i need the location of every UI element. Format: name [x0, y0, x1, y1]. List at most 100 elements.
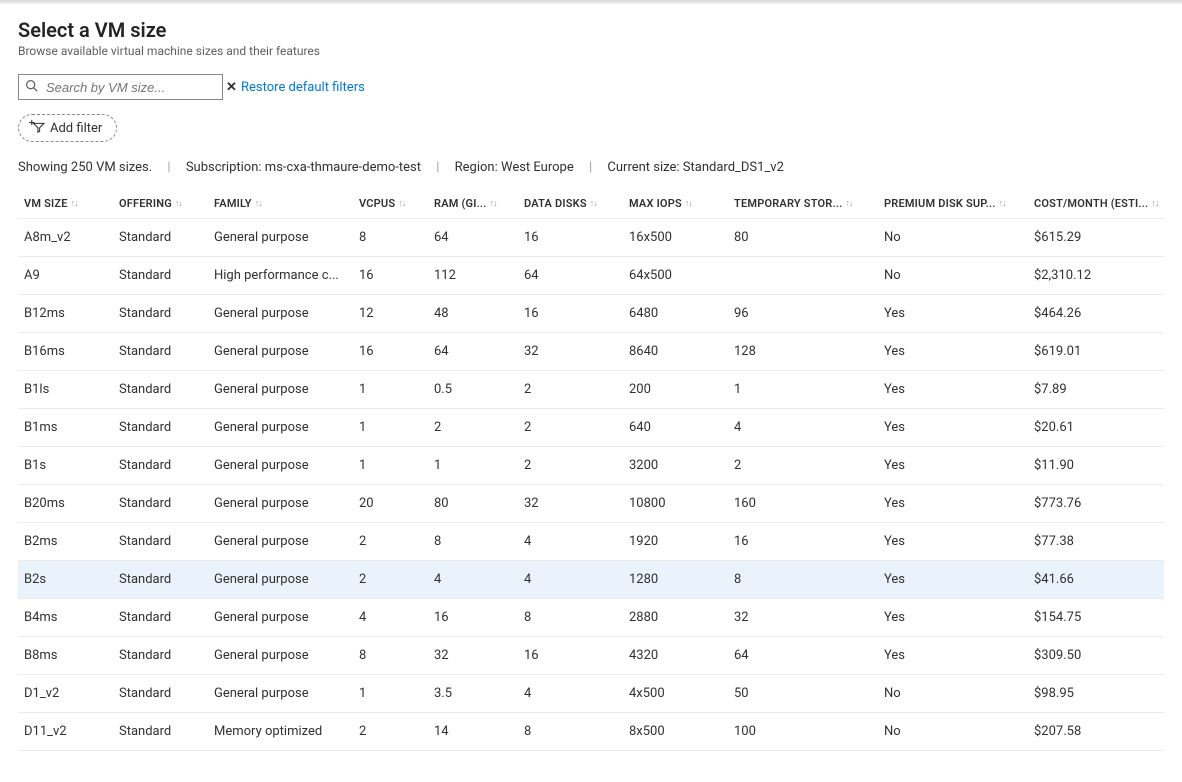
cell-ram: 64 — [434, 230, 524, 245]
cell-vcpus: 2 — [359, 572, 434, 587]
vm-size-table: VM SIZE↑↓OFFERING↑↓FAMILY↑↓VCPUS↑↓RAM (G… — [18, 189, 1164, 751]
cell-offering: Standard — [119, 648, 214, 663]
table-header-row: VM SIZE↑↓OFFERING↑↓FAMILY↑↓VCPUS↑↓RAM (G… — [18, 189, 1164, 219]
cell-offering: Standard — [119, 344, 214, 359]
add-filter-icon — [29, 119, 45, 137]
cell-offering: Standard — [119, 610, 214, 625]
column-header-label: TEMPORARY STOR... — [734, 197, 842, 210]
cell-family: General purpose — [214, 306, 359, 321]
subscription-label: Subscription: — [186, 160, 262, 175]
table-row[interactable]: B8msStandardGeneral purpose83216432064Ye… — [18, 637, 1164, 675]
cell-offering: Standard — [119, 306, 214, 321]
cell-family: Memory optimized — [214, 724, 359, 739]
table-row[interactable]: B16msStandardGeneral purpose166432864012… — [18, 333, 1164, 371]
table-row[interactable]: B4msStandardGeneral purpose4168288032Yes… — [18, 599, 1164, 637]
cell-premium: No — [884, 724, 1034, 739]
sort-icon: ↑↓ — [398, 198, 405, 209]
cell-premium: Yes — [884, 610, 1034, 625]
cell-data_disks: 64 — [524, 268, 629, 283]
current-size-label: Current size: — [607, 160, 679, 175]
cell-data_disks: 8 — [524, 610, 629, 625]
cell-premium: No — [884, 268, 1034, 283]
cell-ram: 2 — [434, 420, 524, 435]
column-header-label: COST/MONTH (ESTI... — [1034, 197, 1148, 210]
column-header[interactable]: RAM (GI...↑↓ — [434, 197, 524, 210]
cell-ram: 8 — [434, 534, 524, 549]
cell-premium: Yes — [884, 648, 1034, 663]
cell-vcpus: 1 — [359, 686, 434, 701]
column-header[interactable]: OFFERING↑↓ — [119, 197, 214, 210]
cell-family: General purpose — [214, 496, 359, 511]
restore-default-filters-link[interactable]: Restore default filters — [241, 80, 365, 95]
column-header[interactable]: FAMILY↑↓ — [214, 197, 359, 210]
table-row[interactable]: A8m_v2StandardGeneral purpose8641616x500… — [18, 219, 1164, 257]
cell-data_disks: 32 — [524, 344, 629, 359]
cell-data_disks: 4 — [524, 686, 629, 701]
cell-premium: Yes — [884, 344, 1034, 359]
column-header[interactable]: TEMPORARY STOR...↑↓ — [734, 197, 884, 210]
cell-max_iops: 1280 — [629, 572, 734, 587]
cell-ram: 1 — [434, 458, 524, 473]
cell-family: General purpose — [214, 686, 359, 701]
column-header[interactable]: DATA DISKS↑↓ — [524, 197, 629, 210]
table-row[interactable]: B1sStandardGeneral purpose11232002Yes$11… — [18, 447, 1164, 485]
cell-max_iops: 4x500 — [629, 686, 734, 701]
cell-cost: $98.95 — [1034, 686, 1169, 701]
cell-temp_storage: 50 — [734, 686, 884, 701]
add-filter-button[interactable]: Add filter — [18, 114, 117, 142]
cell-cost: $41.66 — [1034, 572, 1169, 587]
cell-max_iops: 200 — [629, 382, 734, 397]
cell-ram: 16 — [434, 610, 524, 625]
cell-offering: Standard — [119, 496, 214, 511]
cell-data_disks: 2 — [524, 420, 629, 435]
cell-temp_storage: 80 — [734, 230, 884, 245]
cell-max_iops: 8640 — [629, 344, 734, 359]
table-row[interactable]: B1msStandardGeneral purpose1226404Yes$20… — [18, 409, 1164, 447]
cell-family: General purpose — [214, 344, 359, 359]
cell-vcpus: 12 — [359, 306, 434, 321]
cell-temp_storage: 4 — [734, 420, 884, 435]
table-row[interactable]: B1lsStandardGeneral purpose10.522001Yes$… — [18, 371, 1164, 409]
cell-offering: Standard — [119, 686, 214, 701]
table-row[interactable]: A9StandardHigh performance c...161126464… — [18, 257, 1164, 295]
search-input-container[interactable]: ✕ — [18, 74, 223, 100]
cell-premium: No — [884, 230, 1034, 245]
cell-offering: Standard — [119, 458, 214, 473]
cell-vm_size: A8m_v2 — [24, 230, 119, 245]
column-header[interactable]: VCPUS↑↓ — [359, 197, 434, 210]
clear-search-icon[interactable]: ✕ — [226, 80, 237, 95]
cell-cost: $77.38 — [1034, 534, 1169, 549]
cell-vcpus: 4 — [359, 610, 434, 625]
cell-family: General purpose — [214, 458, 359, 473]
search-input[interactable] — [44, 79, 226, 96]
column-header[interactable]: VM SIZE↑↓ — [24, 197, 119, 210]
cell-max_iops: 64x500 — [629, 268, 734, 283]
meta-info-row: Showing 250 VM sizes. | Subscription: ms… — [18, 160, 1164, 175]
column-header-label: VCPUS — [359, 197, 395, 210]
column-header[interactable]: PREMIUM DISK SUP...↑↓ — [884, 197, 1034, 210]
add-filter-label: Add filter — [50, 121, 102, 136]
table-row[interactable]: B20msStandardGeneral purpose208032108001… — [18, 485, 1164, 523]
search-icon — [25, 79, 38, 96]
cell-premium: Yes — [884, 496, 1034, 511]
column-header-label: PREMIUM DISK SUP... — [884, 197, 996, 210]
cell-temp_storage: 64 — [734, 648, 884, 663]
cell-premium: Yes — [884, 572, 1034, 587]
cell-max_iops: 16x500 — [629, 230, 734, 245]
cell-data_disks: 16 — [524, 648, 629, 663]
table-row[interactable]: D1_v2StandardGeneral purpose13.544x50050… — [18, 675, 1164, 713]
cell-data_disks: 2 — [524, 458, 629, 473]
column-header[interactable]: MAX IOPS↑↓ — [629, 197, 734, 210]
cell-ram: 0.5 — [434, 382, 524, 397]
table-row[interactable]: D11_v2StandardMemory optimized21488x5001… — [18, 713, 1164, 751]
sort-icon: ↑↓ — [845, 198, 852, 209]
current-size-value: Standard_DS1_v2 — [683, 160, 784, 175]
sort-icon: ↑↓ — [1151, 198, 1158, 209]
table-row[interactable]: B2msStandardGeneral purpose284192016Yes$… — [18, 523, 1164, 561]
table-row[interactable]: B2sStandardGeneral purpose24412808Yes$41… — [18, 561, 1164, 599]
cell-data_disks: 2 — [524, 382, 629, 397]
cell-ram: 3.5 — [434, 686, 524, 701]
table-row[interactable]: B12msStandardGeneral purpose124816648096… — [18, 295, 1164, 333]
column-header[interactable]: COST/MONTH (ESTI...↑↓ — [1034, 197, 1169, 210]
cell-family: General purpose — [214, 420, 359, 435]
